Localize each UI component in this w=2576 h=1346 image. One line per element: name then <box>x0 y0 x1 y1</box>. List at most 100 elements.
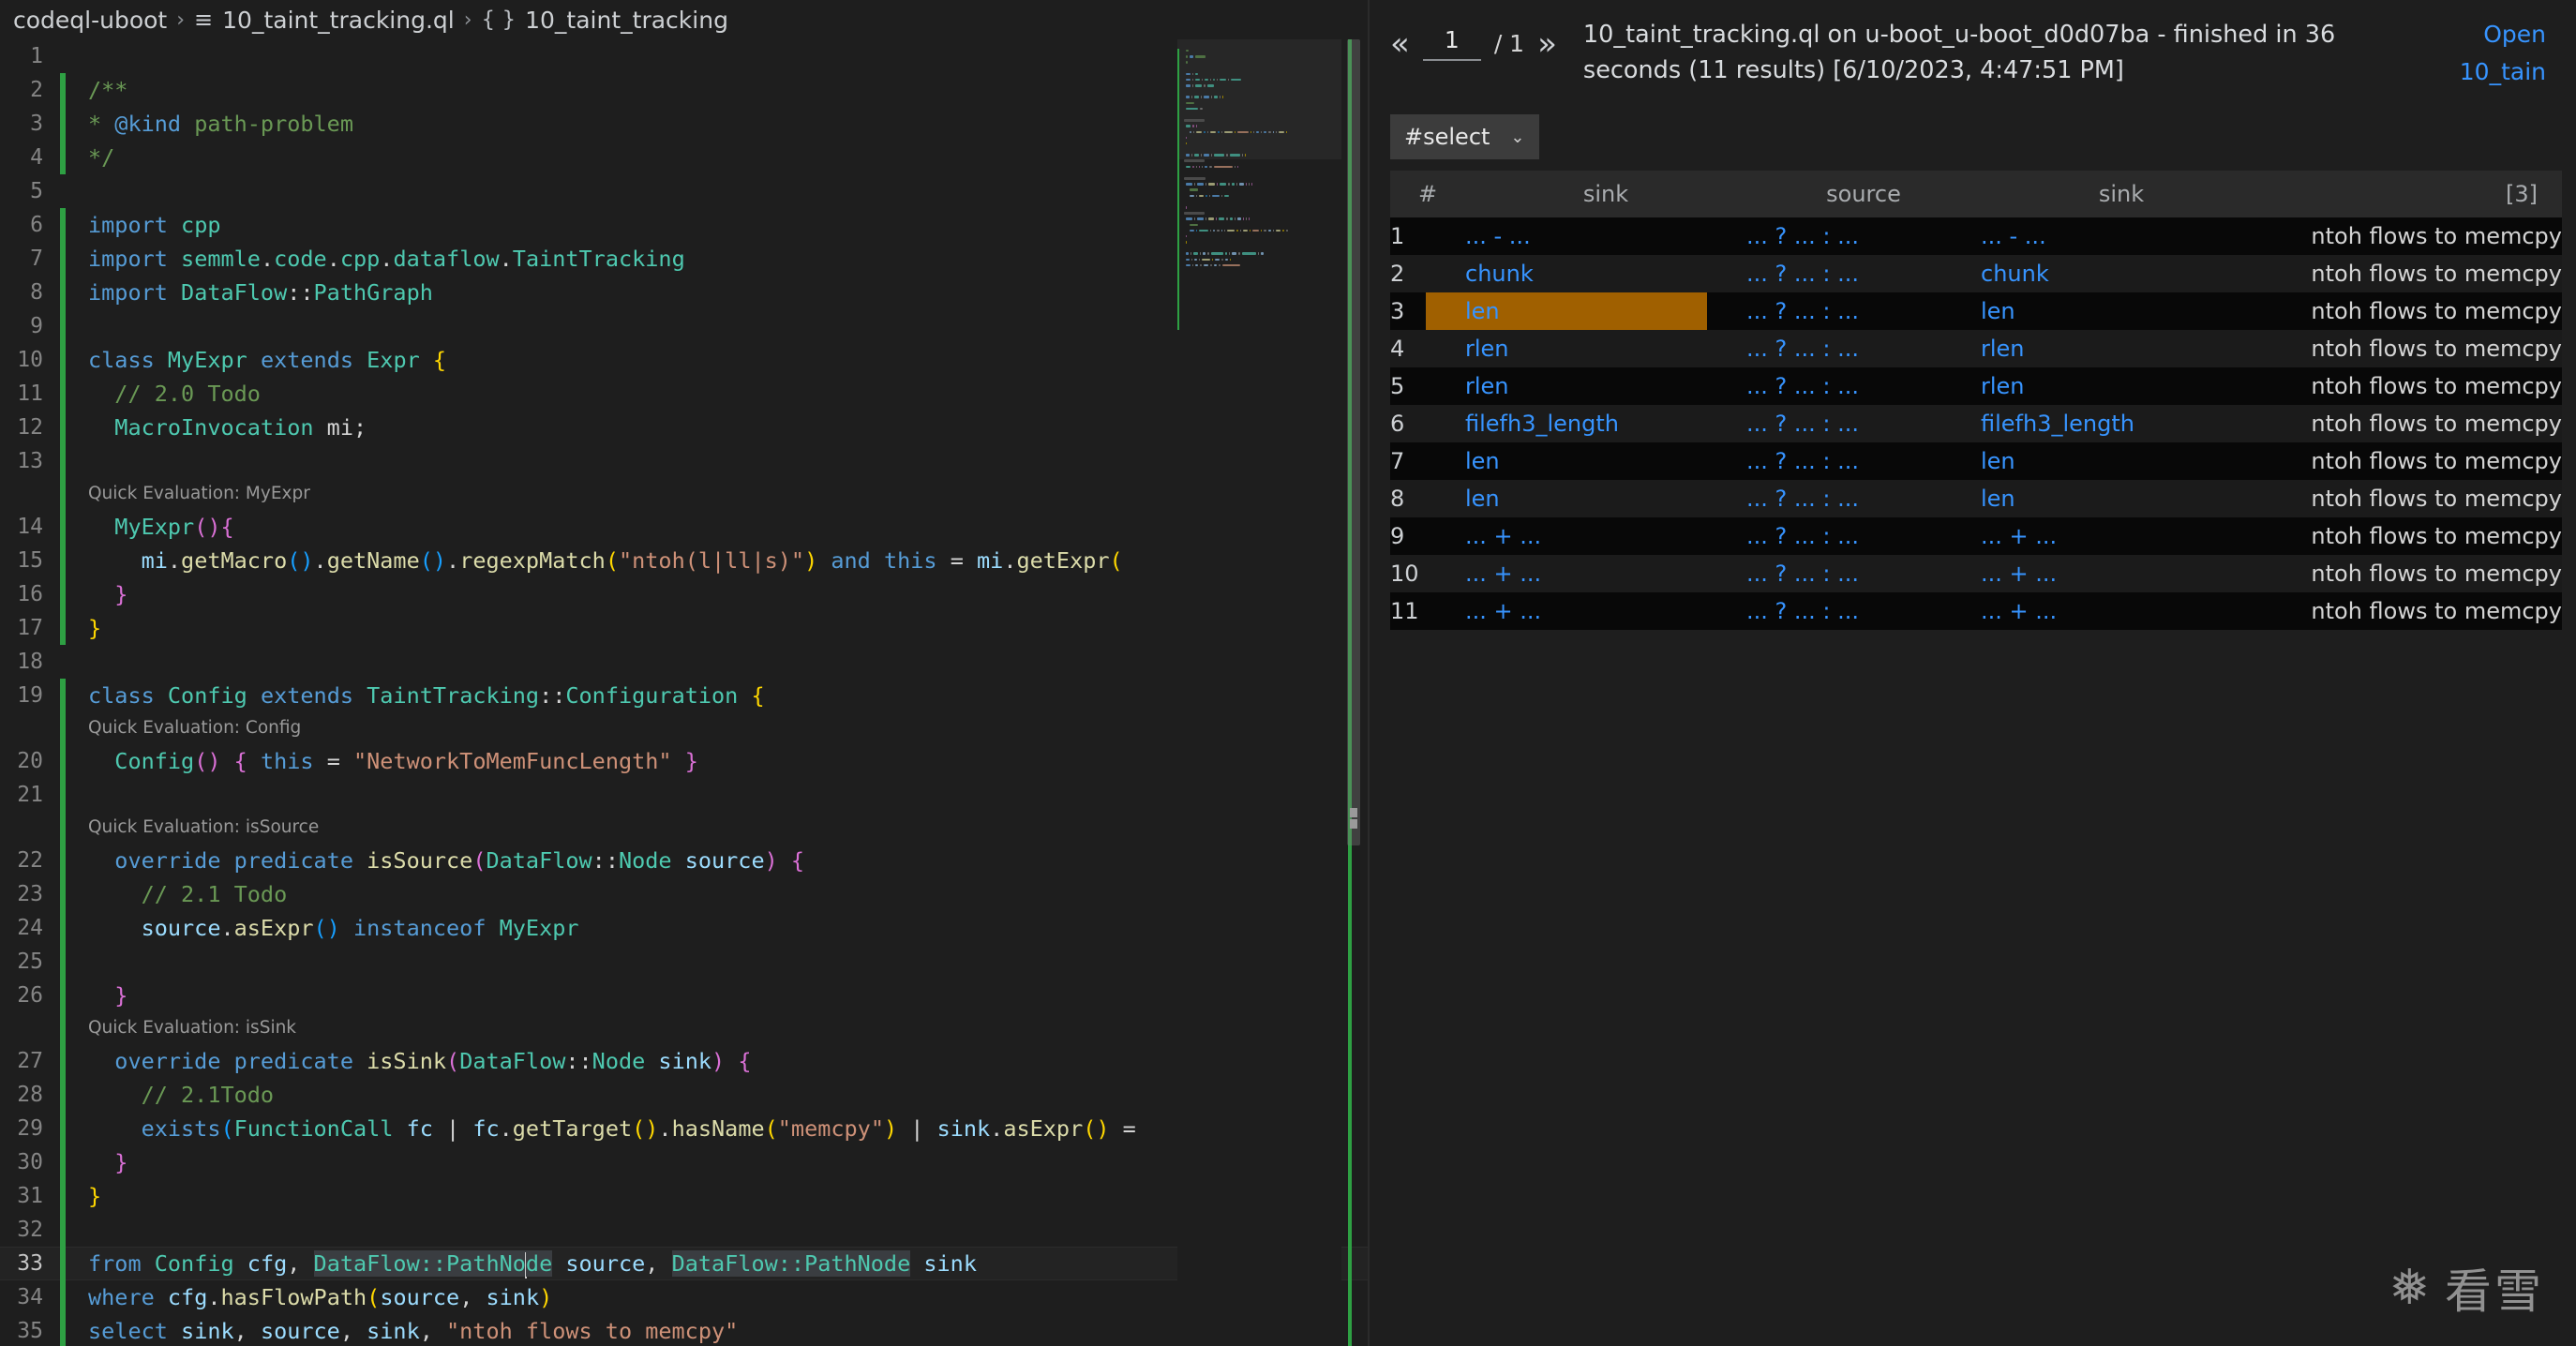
cell-link[interactable]: ... ? ... : ... <box>1746 486 1859 512</box>
cell-link[interactable]: rlen <box>1981 373 2025 399</box>
cell-link[interactable]: ... + ... <box>1465 561 1541 587</box>
code-line[interactable]: 32 <box>0 1213 1368 1247</box>
cell-source[interactable]: ... ? ... : ... <box>1746 255 1981 292</box>
cell-source[interactable]: ... ? ... : ... <box>1746 217 1981 255</box>
code-line[interactable]: 31} <box>0 1179 1368 1213</box>
code-line[interactable]: 33from Config cfg, DataFlow::PathNode so… <box>0 1247 1368 1280</box>
column-header-sink-1[interactable]: sink <box>1465 171 1746 217</box>
code-line[interactable]: 35select sink, source, sink, "ntoh flows… <box>0 1314 1368 1346</box>
cell-link[interactable]: ... - ... <box>1465 223 1531 249</box>
cell-sink-2[interactable]: len <box>1981 292 2262 330</box>
cell-sink-1[interactable]: len <box>1465 442 1746 480</box>
code-line[interactable]: 29 exists(FunctionCall fc | fc.getTarget… <box>0 1112 1368 1145</box>
cell-sink-2[interactable]: ... + ... <box>1981 555 2262 592</box>
cell-link[interactable]: len <box>1465 448 1500 474</box>
breadcrumb-symbol[interactable]: 10_taint_tracking <box>525 7 728 34</box>
code-line[interactable]: 26 } <box>0 979 1368 1012</box>
cell-link[interactable]: ... + ... <box>1981 598 2057 624</box>
cell-sink-2[interactable]: ... + ... <box>1981 517 2262 555</box>
query-file-link[interactable]: 10_tain <box>2460 54 2546 90</box>
cell-sink-1[interactable]: ... + ... <box>1465 517 1746 555</box>
cell-sink-2[interactable]: ... + ... <box>1981 592 2262 630</box>
codelens-quick-evaluation-link[interactable]: Quick Evaluation: MyExpr <box>66 477 310 511</box>
code-line[interactable]: 22 override predicate isSource(DataFlow:… <box>0 844 1368 877</box>
code-line[interactable]: 24 source.asExpr() instanceof MyExpr <box>0 911 1368 945</box>
cell-sink-1[interactable]: ... - ... <box>1465 217 1746 255</box>
cell-link[interactable]: ... ? ... : ... <box>1746 561 1859 587</box>
table-row[interactable]: 2chunk... ? ... : ...chunkntoh flows to … <box>1390 255 2562 292</box>
editor-scrollbar-thumb[interactable] <box>1347 39 1360 845</box>
selected-cell-highlight[interactable]: len <box>1426 292 1707 330</box>
cell-link[interactable]: ... ? ... : ... <box>1746 598 1859 624</box>
code-line[interactable]: 7import semmle.code.cpp.dataflow.TaintTr… <box>0 242 1368 276</box>
cell-sink-1[interactable]: rlen <box>1465 367 1746 405</box>
cell-link[interactable]: chunk <box>1465 261 1534 287</box>
cell-sink-2[interactable]: rlen <box>1981 330 2262 367</box>
cell-sink-1[interactable]: len <box>1465 480 1746 517</box>
table-row[interactable]: 4rlen... ? ... : ...rlenntoh flows to me… <box>1390 330 2562 367</box>
cell-sink-2[interactable]: filefh3_length <box>1981 405 2262 442</box>
cell-source[interactable]: ... ? ... : ... <box>1746 442 1981 480</box>
editor-scrollbar[interactable] <box>1347 39 1360 1346</box>
table-row[interactable]: 8len... ? ... : ...lenntoh flows to memc… <box>1390 480 2562 517</box>
code-line[interactable]: 27 override predicate isSink(DataFlow::N… <box>0 1044 1368 1078</box>
cell-source[interactable]: ... ? ... : ... <box>1746 330 1981 367</box>
cell-link[interactable]: filefh3_length <box>1465 411 1619 437</box>
code-line[interactable]: 23 // 2.1 Todo <box>0 877 1368 911</box>
cell-link[interactable]: len <box>1981 448 2015 474</box>
cell-sink-2[interactable]: chunk <box>1981 255 2262 292</box>
cell-sink-1[interactable]: chunk <box>1465 255 1746 292</box>
cell-link[interactable]: rlen <box>1465 373 1509 399</box>
cell-sink-2[interactable]: rlen <box>1981 367 2262 405</box>
breadcrumb-file[interactable]: 10_taint_tracking.ql <box>222 7 455 34</box>
table-row[interactable]: 7len... ? ... : ...lenntoh flows to memc… <box>1390 442 2562 480</box>
code-line[interactable]: 9 <box>0 309 1368 343</box>
cell-link[interactable]: ... + ... <box>1981 523 2057 549</box>
cell-link[interactable]: ... + ... <box>1465 598 1541 624</box>
table-row[interactable]: 10... + ...... ? ... : ...... + ...ntoh … <box>1390 555 2562 592</box>
cell-link[interactable]: ... ? ... : ... <box>1746 298 1859 324</box>
cell-link[interactable]: ... - ... <box>1981 223 2046 249</box>
result-set-select[interactable]: #select ⌄ <box>1390 114 1539 159</box>
cell-source[interactable]: ... ? ... : ... <box>1746 592 1981 630</box>
column-header-message[interactable]: [3] <box>2262 171 2562 217</box>
cell-source[interactable]: ... ? ... : ... <box>1746 517 1981 555</box>
cell-link[interactable]: rlen <box>1465 336 1509 362</box>
code-line[interactable]: 34where cfg.hasFlowPath(source, sink) <box>0 1280 1368 1314</box>
code-line[interactable]: 10class MyExpr extends Expr { <box>0 343 1368 377</box>
table-row[interactable]: 6filefh3_length... ? ... : ...filefh3_le… <box>1390 405 2562 442</box>
code-line[interactable]: 17} <box>0 611 1368 645</box>
cell-sink-1[interactable]: rlen <box>1465 330 1746 367</box>
column-header-sink-2[interactable]: sink <box>1981 171 2262 217</box>
table-row[interactable]: 11... + ...... ? ... : ...... + ...ntoh … <box>1390 592 2562 630</box>
cell-link[interactable]: ... ? ... : ... <box>1746 373 1859 399</box>
code-line[interactable]: 6import cpp <box>0 208 1368 242</box>
page-number-input[interactable] <box>1423 26 1481 61</box>
code-line[interactable]: 13 <box>0 444 1368 478</box>
cell-sink-2[interactable]: ... - ... <box>1981 217 2262 255</box>
code-line[interactable]: 11 // 2.0 Todo <box>0 377 1368 411</box>
column-header-index[interactable]: # <box>1390 171 1465 217</box>
cell-link[interactable]: ... ? ... : ... <box>1746 448 1859 474</box>
code-line[interactable]: 30 } <box>0 1145 1368 1179</box>
codelens-quick-evaluation-link[interactable]: Quick Evaluation: isSink <box>66 1011 296 1045</box>
cell-sink-1[interactable]: ... + ... <box>1465 592 1746 630</box>
cell-link[interactable]: ... + ... <box>1981 561 2057 587</box>
code-line[interactable]: 16 } <box>0 577 1368 611</box>
code-line[interactable]: 3* @kind path-problem <box>0 107 1368 141</box>
cell-source[interactable]: ... ? ... : ... <box>1746 555 1981 592</box>
code-line[interactable]: 25 <box>0 945 1368 979</box>
table-row[interactable]: 3len... ? ... : ...lenntoh flows to memc… <box>1390 292 2562 330</box>
cell-source[interactable]: ... ? ... : ... <box>1746 292 1981 330</box>
cell-source[interactable]: ... ? ... : ... <box>1746 480 1981 517</box>
cell-link[interactable]: ... ? ... : ... <box>1746 261 1859 287</box>
cell-sink-1[interactable]: ... + ... <box>1465 555 1746 592</box>
cell-link[interactable]: ... ? ... : ... <box>1746 523 1859 549</box>
cell-link[interactable]: filefh3_length <box>1981 411 2134 437</box>
table-row[interactable]: 5rlen... ? ... : ...rlenntoh flows to me… <box>1390 367 2562 405</box>
cell-link[interactable]: len <box>1981 486 2015 512</box>
cell-link[interactable]: ... ? ... : ... <box>1746 411 1859 437</box>
cell-sink-1[interactable]: filefh3_length <box>1465 405 1746 442</box>
code-line[interactable]: 18 <box>0 645 1368 679</box>
cell-source[interactable]: ... ? ... : ... <box>1746 405 1981 442</box>
